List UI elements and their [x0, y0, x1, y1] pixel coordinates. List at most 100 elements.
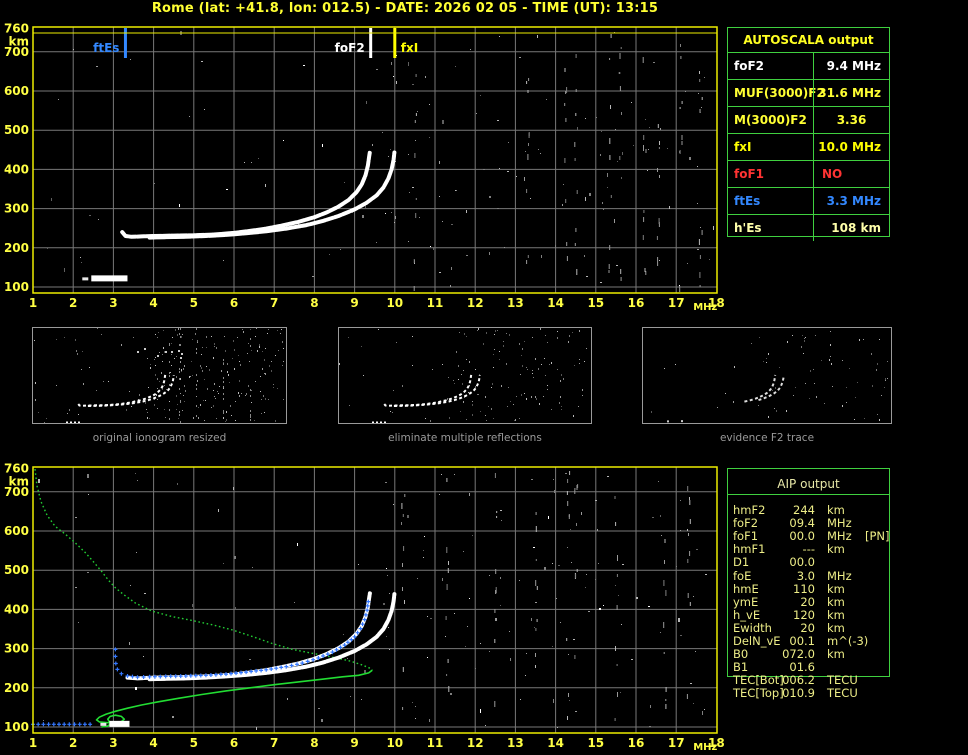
x-tick-label: 10: [386, 736, 403, 750]
aip-unit: TECU: [827, 673, 858, 688]
aip-value: 00.1: [789, 634, 815, 648]
autoscala-value: 3.36: [813, 107, 889, 133]
x-tick-label: 9: [350, 736, 358, 750]
sporadic-e-echo: [91, 275, 128, 282]
thumbnail-trace: [393, 374, 481, 407]
aip-unit: TECU: [827, 686, 858, 701]
autoscala-row-ftEs: ftEs 3.3 MHz: [728, 187, 889, 214]
aip-unit: m^(-3): [827, 634, 869, 648]
aip-header: AIP output: [777, 477, 840, 491]
x-tick-label: 4: [149, 736, 157, 750]
aip-value: 01.6: [789, 660, 815, 675]
x-tick-label: 13: [507, 736, 524, 750]
autoscala-value: 3.3 MHz: [813, 188, 889, 214]
aip-value: 20: [800, 594, 815, 609]
aip-value: 072.0: [782, 647, 815, 662]
x-tick-label: 17: [668, 296, 685, 310]
thumbnail-trace: [77, 374, 167, 407]
x-tick-label: 3: [109, 296, 117, 310]
restored-trace-markers: [113, 599, 371, 680]
x-tick-label: 14: [547, 736, 564, 750]
autoscala-row-M(3000)F2: M(3000)F2 3.36: [728, 106, 889, 133]
aip-row-TEC[Bot]: TEC[Bot] 006.2 TECU: [727, 673, 967, 688]
x-tick-label: 10: [386, 296, 403, 310]
aip-label: B1: [733, 660, 749, 675]
aip-row-hmE: hmE 110 km: [727, 581, 967, 596]
o-mode-trace: [125, 591, 372, 681]
thumbnail-plot: [651, 331, 888, 423]
aip-label: hmE: [733, 581, 759, 596]
x-tick-label: 11: [427, 296, 444, 310]
aip-unit: km: [827, 594, 845, 609]
x-tick-label: 3: [109, 736, 117, 750]
plot-border: [32, 26, 718, 294]
autoscala-header: AUTOSCALA output: [743, 33, 874, 47]
aip-value: 00.0: [789, 555, 815, 570]
aip-value: 244: [793, 503, 815, 517]
aip-label: foF1: [733, 529, 759, 544]
station-title: Rome (lat: +41.8, lon: 012.5) - DATE: 20…: [151, 1, 659, 16]
thumbnail-trace: [744, 374, 777, 403]
autoscala-row-foF2: foF2 9.4 MHz: [728, 52, 889, 79]
aip-value: 3.0: [796, 568, 815, 583]
aip-row-DelN_vE: DelN_vE 00.1 m^(-3): [727, 634, 967, 648]
autoscala-row-h'Es: h'Es 108 km: [728, 214, 889, 241]
plot-border: [32, 466, 718, 734]
x-tick-label: 5: [190, 296, 198, 310]
x-axis-unit: MHz: [693, 742, 717, 753]
aip-row-TEC[Top]: TEC[Top] 010.9 TECU: [727, 686, 967, 701]
x-tick-label: 5: [190, 736, 198, 750]
autoscala-label: fxI: [734, 140, 752, 154]
x-tick-label: 6: [230, 296, 238, 310]
thumbnail-original-ionogram: [32, 327, 287, 424]
autoscala-table: AUTOSCALA output foF2 9.4 MHz MUF(3000)F2 3…: [727, 27, 890, 241]
autoscala-label: M(3000)F2: [734, 113, 807, 127]
aip-label: D1: [733, 555, 750, 570]
y-tick-label: 300: [4, 202, 29, 216]
x-tick-label: 7: [270, 736, 278, 750]
autoscala-value: NO: [813, 161, 889, 187]
x-tick-label: 14: [547, 296, 564, 310]
x-tick-label: 2: [69, 736, 77, 750]
aip-label: B0: [733, 647, 749, 662]
x-tick-label: 8: [310, 296, 318, 310]
aip-label: foF2: [733, 516, 759, 531]
y-tick-label: 600: [4, 524, 29, 538]
aip-value: 006.2: [782, 673, 815, 688]
autoscala-label: MUF(3000)F2: [734, 86, 825, 100]
autoscala-value: 108 km: [813, 215, 889, 241]
x-tick-label: 11: [427, 736, 444, 750]
aip-label: ymE: [733, 594, 759, 609]
aip-value: 010.9: [782, 686, 815, 701]
aip-row-D1: D1 00.0: [727, 555, 967, 570]
aip-unit: km: [827, 503, 845, 517]
y-tick-label: 300: [4, 642, 29, 656]
aip-extra: [PN]: [865, 529, 890, 544]
sporadic-e-echo: [109, 720, 130, 727]
y-tick-label: 760: [4, 461, 29, 475]
aip-row-h_vE: h_vE 120 km: [727, 607, 967, 622]
electron-density-profile-topside: [34, 469, 373, 671]
thumbnail-caption: eliminate multiple reflections: [388, 432, 542, 444]
aip-value: 20: [800, 620, 815, 635]
aip-label: foE: [733, 568, 752, 583]
aip-unit: MHz: [827, 516, 852, 531]
y-tick-label: 100: [4, 280, 29, 294]
aip-row-hmF1: hmF1 --- km: [727, 542, 967, 557]
x-mode-trace: [147, 150, 397, 240]
aip-value: 110: [793, 581, 815, 596]
sporadic-e-echo: [100, 722, 107, 726]
aip-row-foE: foE 3.0 MHz: [727, 568, 967, 583]
aip-unit: MHz: [827, 568, 852, 583]
thumbnail-caption: original ionogram resized: [92, 432, 227, 444]
y-axis-unit: km: [9, 34, 29, 48]
restored-es-markers: [31, 722, 93, 727]
aip-value: 120: [793, 607, 815, 622]
restored-ionogram-chart: 1 2 3 4 5 6 7 8 9 10 11 12 13 14 15 16 17 18MHz7607006005…: [4, 461, 724, 753]
aip-value: 09.4: [789, 516, 815, 531]
aip-row-B0: B0 072.0 km: [727, 647, 967, 662]
y-tick-label: 200: [4, 241, 29, 255]
autoscala-value: 31.6 MHz: [813, 80, 889, 106]
aip-unit: km: [827, 542, 845, 557]
autoscala-label: ftEs: [734, 194, 761, 208]
